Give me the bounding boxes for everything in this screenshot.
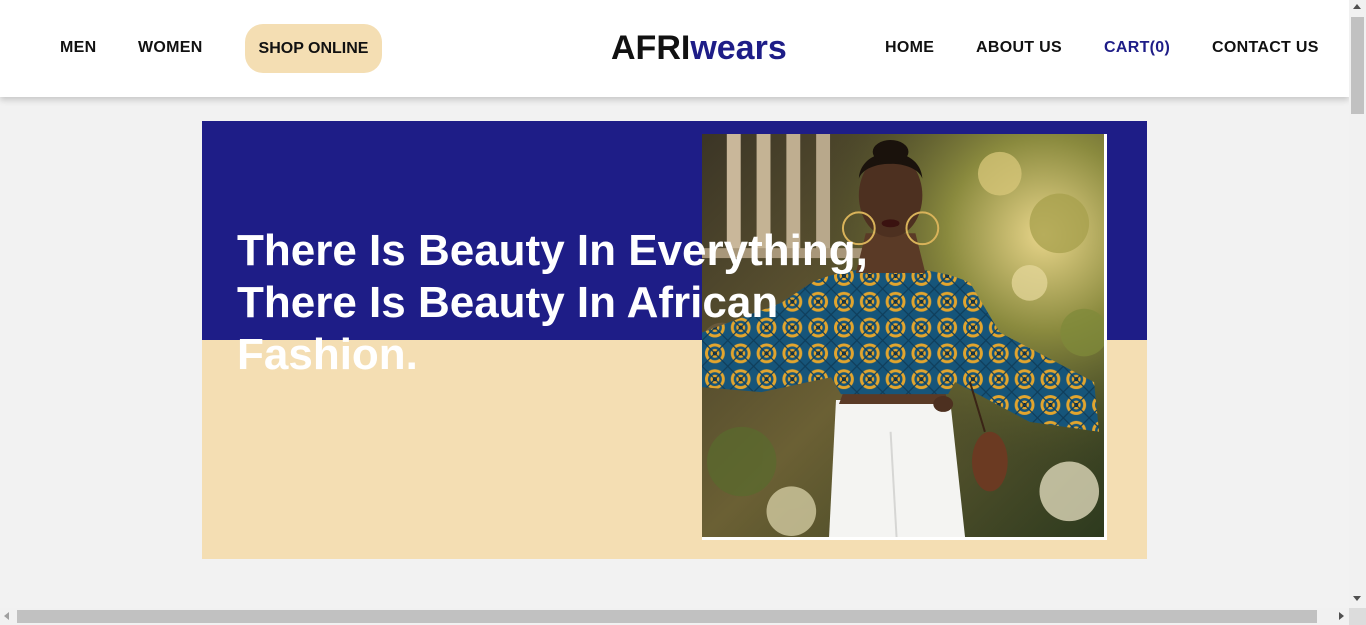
nav-link-about-us[interactable]: ABOUT US — [976, 39, 1062, 57]
vertical-scroll-thumb[interactable] — [1351, 17, 1364, 114]
scrollbar-corner — [1349, 608, 1366, 625]
scroll-right-arrow-icon[interactable] — [1339, 612, 1344, 620]
nav-link-contact-us[interactable]: CONTACT US — [1212, 39, 1319, 57]
nav-link-home[interactable]: HOME — [885, 39, 934, 57]
horizontal-scrollbar[interactable] — [0, 608, 1349, 625]
hero-heading-line-3: Fashion. — [237, 330, 418, 379]
nav-link-men[interactable]: MEN — [60, 39, 96, 57]
shop-online-button[interactable]: SHOP ONLINE — [245, 24, 382, 73]
top-navbar: MEN WOMEN SHOP ONLINE AFRIwears HOME ABO… — [0, 0, 1349, 97]
scroll-left-arrow-icon[interactable] — [4, 612, 9, 620]
hero-banner: There Is Beauty In Everything, There Is … — [202, 121, 1147, 559]
logo-text-wears: wears — [690, 29, 787, 67]
hero-heading-line-1: There Is Beauty In Everything, — [237, 226, 868, 275]
logo-text-afri: AFRI — [611, 29, 691, 67]
nav-link-women[interactable]: WOMEN — [138, 39, 203, 57]
scroll-down-arrow-icon[interactable] — [1353, 596, 1361, 601]
hero-heading: There Is Beauty In Everything, There Is … — [237, 225, 937, 381]
vertical-scrollbar[interactable] — [1349, 0, 1366, 608]
site-logo[interactable]: AFRIwears — [611, 28, 787, 68]
horizontal-scroll-thumb[interactable] — [17, 610, 1317, 623]
hero-heading-line-2: There Is Beauty In African — [237, 278, 779, 327]
nav-link-cart[interactable]: CART(0) — [1104, 39, 1170, 57]
scroll-up-arrow-icon[interactable] — [1353, 4, 1361, 9]
